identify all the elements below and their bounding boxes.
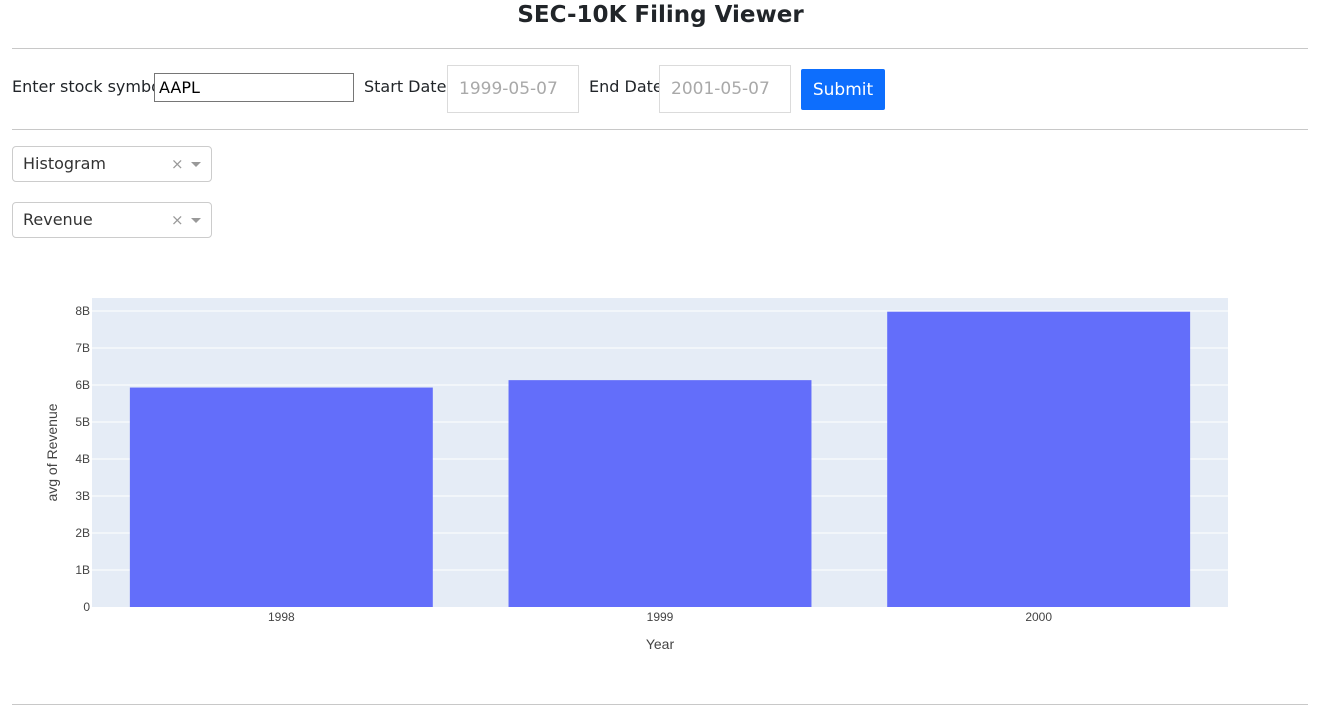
chart-type-value: Histogram xyxy=(23,154,106,173)
x-tick-label: 1999 xyxy=(647,610,674,624)
clear-icon[interactable]: × xyxy=(171,210,184,230)
divider-middle xyxy=(12,129,1308,130)
bar-1998[interactable] xyxy=(129,387,433,607)
revenue-bar-chart: 0 1B 2B 3B 4B 5B 6B 7B 8B 1998 1999 2000 Year avg … xyxy=(44,298,1228,652)
x-tick-labels: 1998 1999 2000 xyxy=(268,610,1052,624)
divider-top xyxy=(12,48,1308,49)
divider-bottom xyxy=(12,704,1308,705)
bar-1999[interactable] xyxy=(508,380,812,607)
y-tick-label: 4B xyxy=(75,452,90,466)
clear-icon[interactable]: × xyxy=(171,154,184,174)
page-title: SEC-10K Filing Viewer xyxy=(517,2,804,28)
y-tick-label: 1B xyxy=(75,563,90,577)
x-tick-label: 2000 xyxy=(1025,610,1052,624)
y-tick-label: 3B xyxy=(75,489,90,503)
chevron-down-icon[interactable] xyxy=(191,162,201,167)
x-tick-label: 1998 xyxy=(268,610,295,624)
start-date-input[interactable] xyxy=(447,65,579,113)
submit-button[interactable]: Submit xyxy=(801,69,885,110)
chevron-down-icon[interactable] xyxy=(191,218,201,223)
y-tick-label: 2B xyxy=(75,526,90,540)
symbol-input[interactable] xyxy=(154,73,354,102)
end-date-label: End Date: xyxy=(589,77,669,96)
y-axis-label: avg of Revenue xyxy=(44,403,60,501)
y-tick-label: 6B xyxy=(75,378,90,392)
y-tick-label: 0 xyxy=(83,600,90,614)
metric-dropdown[interactable]: Revenue × xyxy=(12,202,212,238)
end-date-input[interactable] xyxy=(659,65,791,113)
symbol-label: Enter stock symbol: xyxy=(12,77,171,96)
y-tick-label: 5B xyxy=(75,415,90,429)
y-tick-label: 7B xyxy=(75,341,90,355)
y-tick-labels: 0 1B 2B 3B 4B 5B 6B 7B 8B xyxy=(75,304,90,614)
metric-value: Revenue xyxy=(23,210,93,229)
start-date-label: Start Date: xyxy=(364,77,452,96)
x-axis-label: Year xyxy=(646,636,675,652)
chart-type-dropdown[interactable]: Histogram × xyxy=(12,146,212,182)
bar-2000[interactable] xyxy=(887,311,1191,607)
y-tick-label: 8B xyxy=(75,304,90,318)
